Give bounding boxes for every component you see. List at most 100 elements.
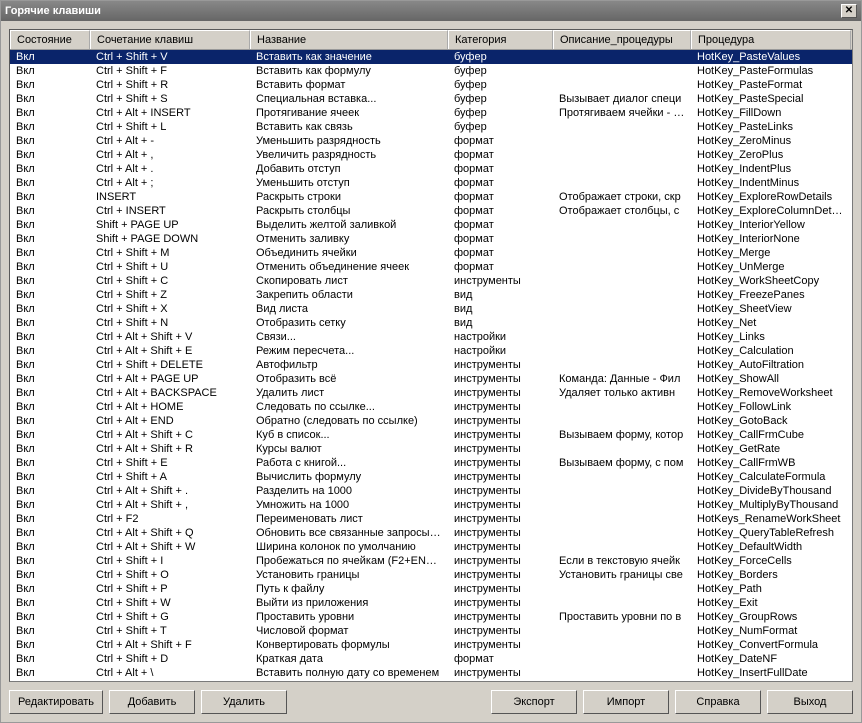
- cell: инструменты: [448, 526, 553, 540]
- table-row[interactable]: ВклCtrl + Alt + Shift + CКуб в список...…: [10, 428, 852, 442]
- table-row[interactable]: ВклCtrl + F2Переименовать листинструмент…: [10, 512, 852, 526]
- table-row[interactable]: ВклCtrl + INSERTРаскрыть столбцыформатОт…: [10, 204, 852, 218]
- table-row[interactable]: ВклCtrl + Shift + WВыйти из приложенияин…: [10, 596, 852, 610]
- table-row[interactable]: ВклCtrl + Shift + XВид листавидHotKey_Sh…: [10, 302, 852, 316]
- cell: Вставить как значение: [250, 50, 448, 64]
- cell: формат: [448, 204, 553, 218]
- col-desc[interactable]: Описание_процедуры: [553, 30, 691, 49]
- add-button[interactable]: Добавить: [109, 690, 195, 714]
- table-row[interactable]: ВклCtrl + Alt + INSERTПротягивание ячеек…: [10, 106, 852, 120]
- cell: HotKey_IndentMinus: [691, 176, 851, 190]
- cell: Ctrl + Shift + P: [90, 582, 250, 596]
- table-row[interactable]: ВклCtrl + Alt + Shift + .Разделить на 10…: [10, 484, 852, 498]
- table-row[interactable]: ВклCtrl + Shift + OУстановить границыинс…: [10, 568, 852, 582]
- table-row[interactable]: ВклCtrl + Alt + PAGE UPОтобразить всёинс…: [10, 372, 852, 386]
- table-row[interactable]: ВклCtrl + Alt + ;Уменьшить отступформатH…: [10, 176, 852, 190]
- table-row[interactable]: ВклCtrl + Shift + NОтобразить сеткувидHo…: [10, 316, 852, 330]
- table-row[interactable]: ВклCtrl + Alt + \Вставить полную дату со…: [10, 666, 852, 680]
- cell: Вкл: [10, 50, 90, 64]
- cell: Вкл: [10, 232, 90, 246]
- table-row[interactable]: ВклINSERTРаскрыть строкиформатОтображает…: [10, 190, 852, 204]
- table-row[interactable]: ВклCtrl + Shift + UОтменить объединение …: [10, 260, 852, 274]
- table-row[interactable]: ВклCtrl + Shift + IПробежаться по ячейка…: [10, 554, 852, 568]
- table-row[interactable]: ВклCtrl + Alt + -Уменьшить разрядностьфо…: [10, 134, 852, 148]
- table-row[interactable]: ВклCtrl + Alt + ,Увеличить разрядностьфо…: [10, 148, 852, 162]
- cell: Ctrl + Shift + L: [90, 120, 250, 134]
- cell: Вставить как формулу: [250, 64, 448, 78]
- cell: Установить границы: [250, 568, 448, 582]
- cell: HotKey_DefaultWidth: [691, 540, 851, 554]
- cell: формат: [448, 190, 553, 204]
- cell: Увеличить разрядность: [250, 148, 448, 162]
- table-row[interactable]: ВклCtrl + Alt + Shift + VСвязи...настрой…: [10, 330, 852, 344]
- cell: HotKey_Calculation: [691, 344, 851, 358]
- delete-button[interactable]: Удалить: [201, 690, 287, 714]
- cell: HotKey_UnMerge: [691, 260, 851, 274]
- table-row[interactable]: ВклCtrl + Alt + BACKSPACEУдалить листинс…: [10, 386, 852, 400]
- cell: Вставить полную дату со временем: [250, 666, 448, 680]
- help-button[interactable]: Справка: [675, 690, 761, 714]
- cell: HotKey_PasteLinks: [691, 120, 851, 134]
- edit-button[interactable]: Редактировать: [9, 690, 103, 714]
- table-row[interactable]: ВклCtrl + Alt + .Добавить отступформатHo…: [10, 162, 852, 176]
- cell: формат: [448, 134, 553, 148]
- table-row[interactable]: ВклCtrl + Alt + Shift + ,Умножить на 100…: [10, 498, 852, 512]
- table-row[interactable]: ВклCtrl + Alt + Shift + QОбновить все св…: [10, 526, 852, 540]
- cell: Ctrl + Shift + U: [90, 260, 250, 274]
- table-row[interactable]: ВклCtrl + Alt + Shift + FКонвертировать …: [10, 638, 852, 652]
- table-row[interactable]: ВклCtrl + Alt + Shift + WШирина колонок …: [10, 540, 852, 554]
- cell: Вкл: [10, 64, 90, 78]
- table-row[interactable]: ВклCtrl + Shift + GПроставить уровниинст…: [10, 610, 852, 624]
- cell: HotKey_FollowLink: [691, 400, 851, 414]
- col-proc[interactable]: Процедура: [691, 30, 851, 49]
- cell: HotKey_Borders: [691, 568, 851, 582]
- table-row[interactable]: ВклCtrl + Shift + MОбъединить ячейкиформ…: [10, 246, 852, 260]
- cell: Вкл: [10, 330, 90, 344]
- col-combo[interactable]: Сочетание клавиш: [90, 30, 250, 49]
- table-row[interactable]: ВклCtrl + Shift + SСпециальная вставка..…: [10, 92, 852, 106]
- cell: буфер: [448, 50, 553, 64]
- cell: Вкл: [10, 582, 90, 596]
- cell: инструменты: [448, 624, 553, 638]
- exit-button[interactable]: Выход: [767, 690, 853, 714]
- table-row[interactable]: ВклCtrl + Shift + FВставить как формулуб…: [10, 64, 852, 78]
- table-body[interactable]: ВклCtrl + Shift + VВставить как значение…: [10, 50, 852, 681]
- table-row[interactable]: ВклCtrl + Shift + AВычислить формулуинст…: [10, 470, 852, 484]
- table-row[interactable]: ВклCtrl + Alt + ENDОбратно (следовать по…: [10, 414, 852, 428]
- cell: инструменты: [448, 582, 553, 596]
- table-row[interactable]: ВклCtrl + Shift + PПуть к файлуинструмен…: [10, 582, 852, 596]
- table-row[interactable]: ВклCtrl + Shift + VВставить как значение…: [10, 50, 852, 64]
- cell: инструменты: [448, 428, 553, 442]
- cell: Вкл: [10, 120, 90, 134]
- close-icon[interactable]: ✕: [841, 4, 857, 18]
- table-row[interactable]: ВклCtrl + Shift + DКраткая датаформатHot…: [10, 652, 852, 666]
- cell: Разделить на 1000: [250, 484, 448, 498]
- table-row[interactable]: ВклCtrl + Alt + HOMEСледовать по ссылке.…: [10, 400, 852, 414]
- col-category[interactable]: Категория: [448, 30, 553, 49]
- table-row[interactable]: ВклCtrl + Shift + TЧисловой форматинстру…: [10, 624, 852, 638]
- cell: Удаляет только активн: [553, 386, 691, 400]
- cell: Вызываем форму, с пом: [553, 456, 691, 470]
- table-row[interactable]: ВклCtrl + Shift + DELETEАвтофильтринстру…: [10, 358, 852, 372]
- cell: инструменты: [448, 372, 553, 386]
- export-button[interactable]: Экспорт: [491, 690, 577, 714]
- import-button[interactable]: Импорт: [583, 690, 669, 714]
- col-state[interactable]: Состояние: [10, 30, 90, 49]
- table-row[interactable]: ВклCtrl + Shift + EРабота с книгой...инс…: [10, 456, 852, 470]
- table-row[interactable]: ВклCtrl + Shift + ZЗакрепить областивидH…: [10, 288, 852, 302]
- table-row[interactable]: ВклShift + PAGE UPВыделить желтой заливк…: [10, 218, 852, 232]
- table-row[interactable]: ВклCtrl + Alt + Shift + EРежим пересчета…: [10, 344, 852, 358]
- table-row[interactable]: ВклCtrl + Alt + Shift + RКурсы валютинст…: [10, 442, 852, 456]
- table-row[interactable]: ВклCtrl + Shift + CСкопировать листинстр…: [10, 274, 852, 288]
- table-row[interactable]: ВклShift + PAGE DOWNОтменить заливкуформ…: [10, 232, 852, 246]
- cell: [553, 246, 691, 260]
- table-row[interactable]: ВклCtrl + Alt + PAGE DOWNАвтофильтр по в…: [10, 680, 852, 681]
- cell: [553, 498, 691, 512]
- cell: Ctrl + Shift + A: [90, 470, 250, 484]
- col-name[interactable]: Название: [250, 30, 448, 49]
- cell: HotKey_RemoveWorksheet: [691, 386, 851, 400]
- table-row[interactable]: ВклCtrl + Shift + LВставить как связьбуф…: [10, 120, 852, 134]
- table-row[interactable]: ВклCtrl + Shift + RВставить форматбуферH…: [10, 78, 852, 92]
- cell: Вкл: [10, 162, 90, 176]
- spacer: [293, 690, 485, 714]
